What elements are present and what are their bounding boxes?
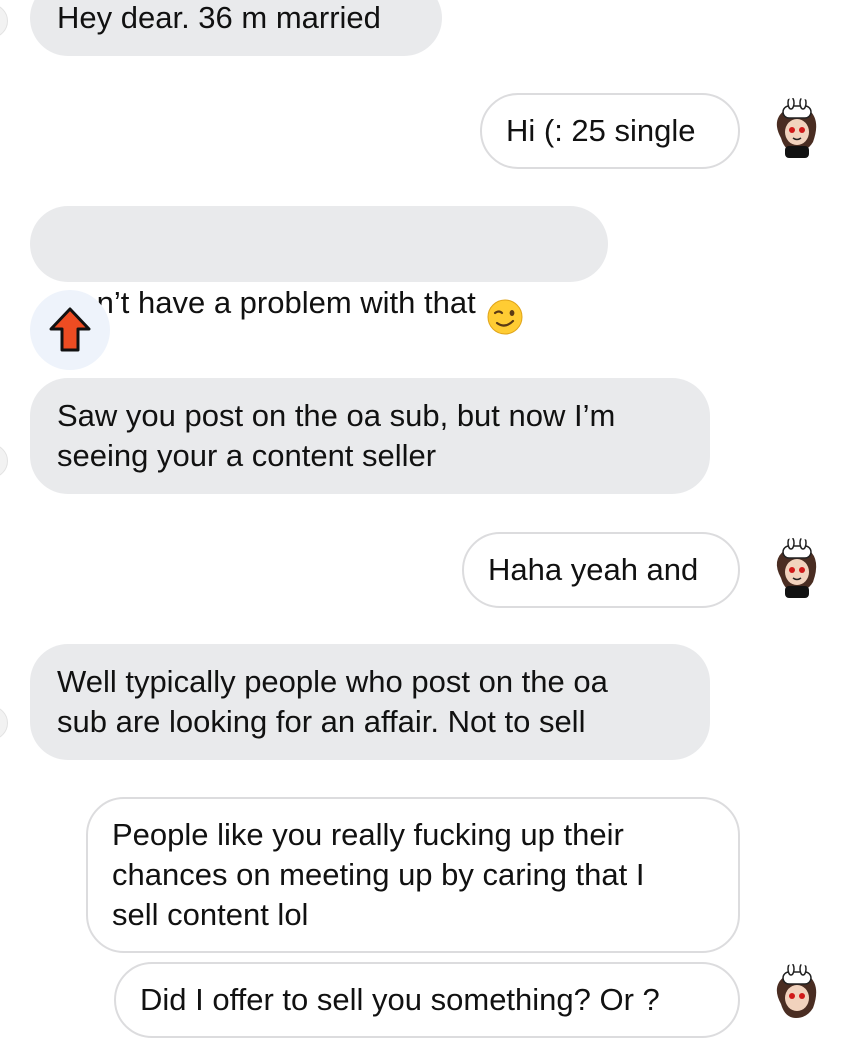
upvote-reaction[interactable] [30, 290, 110, 370]
sender-avatar-partial[interactable] [0, 4, 8, 38]
outgoing-message[interactable]: Haha yeah and [462, 532, 740, 608]
user-avatar[interactable] [763, 98, 829, 164]
outgoing-message[interactable]: Did I offer to sell you something? Or ? [114, 962, 740, 1038]
sender-avatar-partial[interactable] [0, 706, 8, 740]
sender-avatar-partial[interactable] [0, 444, 8, 478]
outgoing-message[interactable]: People like you really fucking up their … [86, 797, 740, 953]
incoming-message[interactable]: Don’t have a problem with that [30, 206, 608, 335]
incoming-message[interactable]: Saw you post on the oa sub, but now I’m … [30, 378, 710, 494]
message-text: Don’t have a problem with that [57, 285, 476, 321]
incoming-message[interactable]: Hey dear. 36 m married [30, 0, 442, 56]
user-avatar[interactable] [763, 964, 829, 1030]
incoming-message[interactable]: Well typically people who post on the oa… [30, 644, 710, 760]
upvote-arrow-icon [49, 307, 91, 352]
user-avatar[interactable] [763, 538, 829, 604]
outgoing-message[interactable]: Hi (: 25 single [480, 93, 740, 169]
winking-face-icon [486, 258, 524, 346]
